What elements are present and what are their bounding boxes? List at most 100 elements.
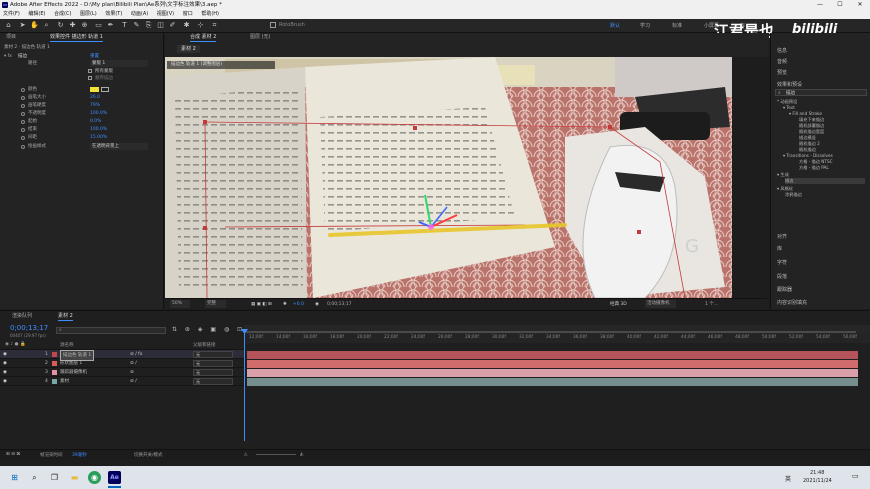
panel-tracker[interactable]: 跟踪器 — [777, 286, 792, 293]
zoom-tool-icon[interactable]: ⌕ — [42, 21, 51, 30]
workspace-learn[interactable]: 学习 — [640, 22, 650, 29]
layer-switch-icons[interactable]: ⊘ / — [130, 377, 137, 386]
zoom-out-icon[interactable]: ◬ — [244, 452, 247, 457]
parent-dropdown[interactable]: 无 — [193, 360, 233, 367]
explorer-icon[interactable]: ▬ — [68, 471, 81, 484]
tree-item[interactable]: ▾ Transitions - Dissolves — [783, 153, 833, 158]
tab-render-queue[interactable]: 渲染队列 — [12, 312, 32, 320]
panel-align[interactable]: 对齐 — [777, 233, 787, 240]
selection-tool-icon[interactable]: ➤ — [18, 21, 27, 30]
stopwatch-icon[interactable] — [21, 88, 25, 92]
grid-icon[interactable]: ▦ ▣ ◧ ⊞ — [251, 299, 272, 310]
timeline-timecode[interactable]: 0;00;13;17 — [10, 324, 48, 332]
tree-item[interactable]: ▾ Fill and Stroke — [789, 111, 822, 116]
ime-indicator[interactable]: 英 — [785, 474, 791, 483]
tab-composition[interactable]: 合成 素材 2 — [190, 33, 217, 42]
camera-tool-icon[interactable]: ✚ — [68, 21, 77, 30]
layer-row[interactable]: ◉ 1 描边色 轨道 1 ⊘ / fx 无 — [0, 350, 244, 361]
pan-behind-tool-icon[interactable]: ⊕ — [80, 21, 89, 30]
zoom-in-icon[interactable]: ◭ — [300, 452, 303, 457]
parent-dropdown[interactable]: 无 — [193, 369, 233, 376]
search-icon[interactable]: ⌕ — [28, 471, 41, 484]
viewer-timecode[interactable]: 0;00;13;17 — [327, 299, 352, 310]
layer-row[interactable]: ◉ 4 素材 ⊘ / 无 — [0, 377, 244, 386]
stopwatch-icon[interactable] — [21, 112, 25, 116]
camera-dropdown[interactable]: 活动摄像机 — [645, 300, 676, 308]
path-dropdown[interactable]: 蒙版 1 — [90, 60, 148, 67]
param-value[interactable]: 79% — [90, 102, 100, 109]
menu-edit[interactable]: 编辑(E) — [28, 11, 45, 17]
rectangle-tool-icon[interactable]: ▭ — [94, 21, 103, 30]
rotate-tool-icon[interactable]: ↻ — [56, 21, 65, 30]
layer-switch-icons[interactable]: ⊘ / fx — [130, 350, 142, 359]
render-settings-icon[interactable]: ⊞ ⊟ ⊠ — [6, 452, 20, 457]
local-axis-icon[interactable]: ⊹ — [196, 21, 205, 30]
menu-animation[interactable]: 动画(A) — [131, 11, 148, 17]
menu-composition[interactable]: 合成(C) — [54, 11, 71, 17]
panel-preview[interactable]: 预览 — [777, 69, 787, 76]
eraser-tool-icon[interactable]: ◫ — [156, 21, 165, 30]
playhead[interactable] — [244, 331, 245, 441]
tab-effect-controls[interactable]: 效果控件 描边形 轨道 1 — [50, 33, 103, 42]
param-value[interactable]: 100.0% — [90, 126, 107, 133]
tree-item[interactable]: ▾ Text — [783, 105, 795, 110]
taskview-icon[interactable]: ❐ — [48, 471, 61, 484]
effects-search-input[interactable]: ⌕ 描边 — [775, 89, 867, 96]
hand-tool-icon[interactable]: ✋ — [30, 21, 39, 30]
aftereffects-icon[interactable]: Ae — [108, 471, 121, 484]
minimize-button[interactable]: — — [810, 0, 830, 10]
home-icon[interactable]: ⌂ — [4, 21, 13, 30]
panel-paragraph[interactable]: 段落 — [777, 273, 787, 280]
timeline-switches-icon[interactable]: ⇅ ⊛ ◈ ▣ ◍ ⊡ — [172, 326, 245, 333]
close-button[interactable]: ✕ — [850, 0, 870, 10]
color-swatch[interactable] — [90, 87, 99, 92]
layer-color-swatch[interactable] — [52, 370, 57, 375]
stopwatch-icon[interactable] — [21, 120, 25, 124]
puppet-tool-icon[interactable]: ✱ — [182, 21, 191, 30]
exposure-value[interactable]: +0.0 — [293, 299, 304, 310]
zoom-slider[interactable] — [256, 454, 296, 455]
param-value[interactable]: 15.00% — [90, 134, 107, 141]
windows-icon[interactable]: ⊞ — [8, 471, 21, 484]
layer-color-swatch[interactable] — [52, 352, 57, 357]
layer-color-swatch[interactable] — [52, 361, 57, 366]
comp-inner-tab[interactable]: 素材 2 — [177, 45, 200, 53]
layer-color-swatch[interactable] — [52, 379, 57, 384]
visibility-eye-icon[interactable]: ◉ — [3, 377, 7, 386]
layer-name[interactable]: 素材 — [60, 377, 69, 386]
panel-info[interactable]: 信息 — [777, 47, 787, 54]
stopwatch-icon[interactable] — [21, 136, 25, 140]
tree-item-selected[interactable]: 描边 — [785, 178, 865, 184]
stroke-sequentially-checkbox[interactable] — [88, 76, 92, 80]
tab-comp-timeline[interactable]: 素材 2 — [58, 312, 73, 321]
stopwatch-icon[interactable] — [21, 128, 25, 132]
visibility-eye-icon[interactable]: ◉ — [3, 368, 7, 377]
maximize-button[interactable]: ☐ — [830, 0, 850, 10]
toggle-switches-modes[interactable]: 切换开关/模式 — [134, 452, 163, 458]
rotobrush-checkbox[interactable] — [270, 22, 276, 28]
visibility-eye-icon[interactable]: ◉ — [3, 359, 7, 368]
clock-date[interactable]: 2021/11/24 — [803, 478, 832, 484]
layer-duration-bar[interactable] — [247, 351, 858, 359]
reset-button[interactable]: 重置 — [90, 53, 99, 60]
layer-search-input[interactable]: ⌕ — [56, 327, 166, 334]
clone-stamp-tool-icon[interactable]: ⎘ — [144, 21, 153, 30]
workspace-standard[interactable]: 标准 — [672, 22, 682, 29]
work-area-range[interactable] — [246, 331, 856, 333]
menu-effect[interactable]: 效果(T) — [105, 11, 122, 17]
renderer-label[interactable]: 经典 3D — [610, 299, 627, 310]
parent-dropdown[interactable]: 无 — [193, 351, 233, 358]
menu-window[interactable]: 窗口 — [183, 11, 193, 17]
tree-item[interactable]: 方格 - 描边 PAL — [799, 165, 829, 171]
brush-tool-icon[interactable]: ✎ — [132, 21, 141, 30]
roto-brush-tool-icon[interactable]: ✐ — [168, 21, 177, 30]
param-value[interactable]: 0.0% — [90, 118, 101, 125]
stopwatch-icon[interactable] — [21, 104, 25, 108]
type-tool-icon[interactable]: T — [120, 21, 129, 30]
layer-duration-bar[interactable] — [247, 360, 858, 368]
time-ruler[interactable]: 12;00f 14;00f 16;00f 18;00f 20;00f 22;00… — [244, 334, 870, 343]
layer-switch-icons[interactable]: ⊘ — [130, 368, 134, 377]
resolution-dropdown[interactable]: 完整 — [205, 300, 226, 308]
menu-layer[interactable]: 图层(L) — [80, 11, 97, 17]
layer-name[interactable]: 形状图层 1 — [60, 359, 82, 368]
